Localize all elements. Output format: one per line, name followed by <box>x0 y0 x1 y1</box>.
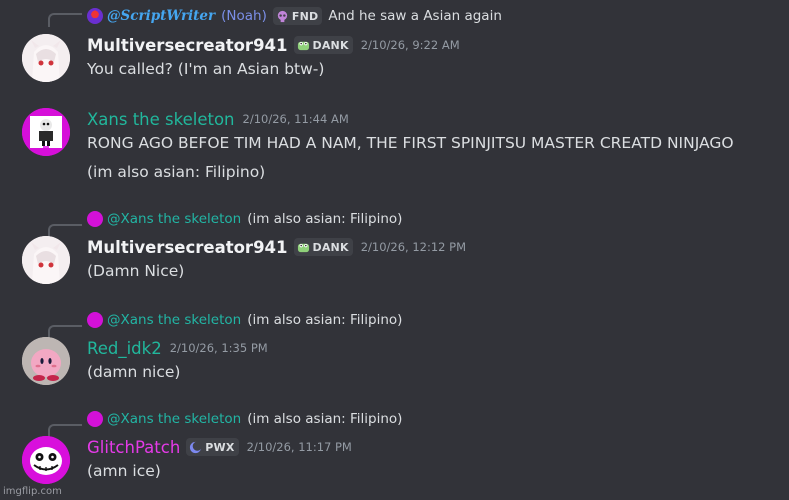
message-content: (Damn Nice) <box>87 262 185 280</box>
reply-preview[interactable]: @ScriptWriter (Noah) FND And he saw a As… <box>87 7 502 25</box>
message-content: (im also asian: Filipino) <box>87 163 266 181</box>
timestamp[interactable]: 2/10/26, 11:17 PM <box>247 440 352 454</box>
avatar[interactable] <box>22 108 70 156</box>
reply-username[interactable]: @ScriptWriter <box>107 8 215 24</box>
username[interactable]: Xans the skeleton <box>87 110 235 129</box>
reply-preview[interactable]: @Xans the skeleton (im also asian: Filip… <box>87 410 402 428</box>
message-content: (amn ice) <box>87 462 161 480</box>
avatar[interactable] <box>22 436 70 484</box>
server-tag[interactable]: DANK <box>293 238 353 256</box>
frog-icon <box>297 41 309 50</box>
reply-avatar <box>87 8 103 24</box>
frog-icon <box>297 243 309 252</box>
anime-avatar-icon <box>22 236 70 284</box>
avatar[interactable] <box>22 337 70 385</box>
message-header: GlitchPatch PWX 2/10/26, 11:17 PM <box>87 436 352 458</box>
reply-preview[interactable]: @Xans the skeleton (im also asian: Filip… <box>87 311 402 329</box>
reply-avatar <box>87 411 103 427</box>
message-content: You called? (I'm an Asian btw-) <box>87 60 325 78</box>
timestamp[interactable]: 2/10/26, 9:22 AM <box>361 38 460 52</box>
skull-icon <box>277 10 288 22</box>
server-tag-label: DANK <box>312 38 349 52</box>
message-content: (damn nice) <box>87 363 181 381</box>
server-tag[interactable]: DANK <box>293 36 353 54</box>
username[interactable]: Multiversecreator941 <box>87 238 288 257</box>
server-tag-label: DANK <box>312 240 349 254</box>
message-header: Multiversecreator941 DANK 2/10/26, 12:12… <box>87 236 466 258</box>
skeleton-avatar-icon <box>22 108 70 156</box>
reply-text: (im also asian: Filipino) <box>247 312 403 328</box>
reply-text: (im also asian: Filipino) <box>247 211 403 227</box>
reply-connector <box>48 325 82 339</box>
message-header: Red_idk2 2/10/26, 1:35 PM <box>87 337 268 359</box>
username[interactable]: GlitchPatch <box>87 438 180 457</box>
server-tag-label: PWX <box>205 440 235 454</box>
sans-skull-avatar-icon <box>22 436 70 484</box>
reply-tag: FND <box>272 7 323 25</box>
server-tag[interactable]: PWX <box>186 438 239 456</box>
username[interactable]: Red_idk2 <box>87 339 162 358</box>
reply-connector <box>48 13 82 27</box>
username[interactable]: Multiversecreator941 <box>87 36 288 55</box>
anime-avatar-icon <box>22 34 70 82</box>
avatar[interactable] <box>22 34 70 82</box>
reply-connector <box>48 424 82 438</box>
moon-icon <box>190 440 203 453</box>
message-content: RONG AGO BEFOE TIM HAD A NAM, THE FIRST … <box>87 134 734 152</box>
timestamp[interactable]: 2/10/26, 12:12 PM <box>361 240 466 254</box>
reply-nickname: (Noah) <box>221 8 267 24</box>
timestamp[interactable]: 2/10/26, 1:35 PM <box>170 341 268 355</box>
reply-username[interactable]: @Xans the skeleton <box>107 312 241 328</box>
reply-text: (im also asian: Filipino) <box>247 411 403 427</box>
reply-username[interactable]: @Xans the skeleton <box>107 411 241 427</box>
reply-text: And he saw a Asian again <box>328 8 502 24</box>
timestamp[interactable]: 2/10/26, 11:44 AM <box>243 112 349 126</box>
reply-username[interactable]: @Xans the skeleton <box>107 211 241 227</box>
message-header: Xans the skeleton 2/10/26, 11:44 AM <box>87 108 349 130</box>
reply-avatar <box>87 211 103 227</box>
message-header: Multiversecreator941 DANK 2/10/26, 9:22 … <box>87 34 460 56</box>
avatar[interactable] <box>22 236 70 284</box>
reply-avatar <box>87 312 103 328</box>
reply-connector <box>48 224 82 238</box>
reply-tag-label: FND <box>291 9 319 23</box>
reply-preview[interactable]: @Xans the skeleton (im also asian: Filip… <box>87 210 402 228</box>
kirby-avatar-icon <box>22 337 70 385</box>
watermark: imgflip.com <box>3 486 62 497</box>
